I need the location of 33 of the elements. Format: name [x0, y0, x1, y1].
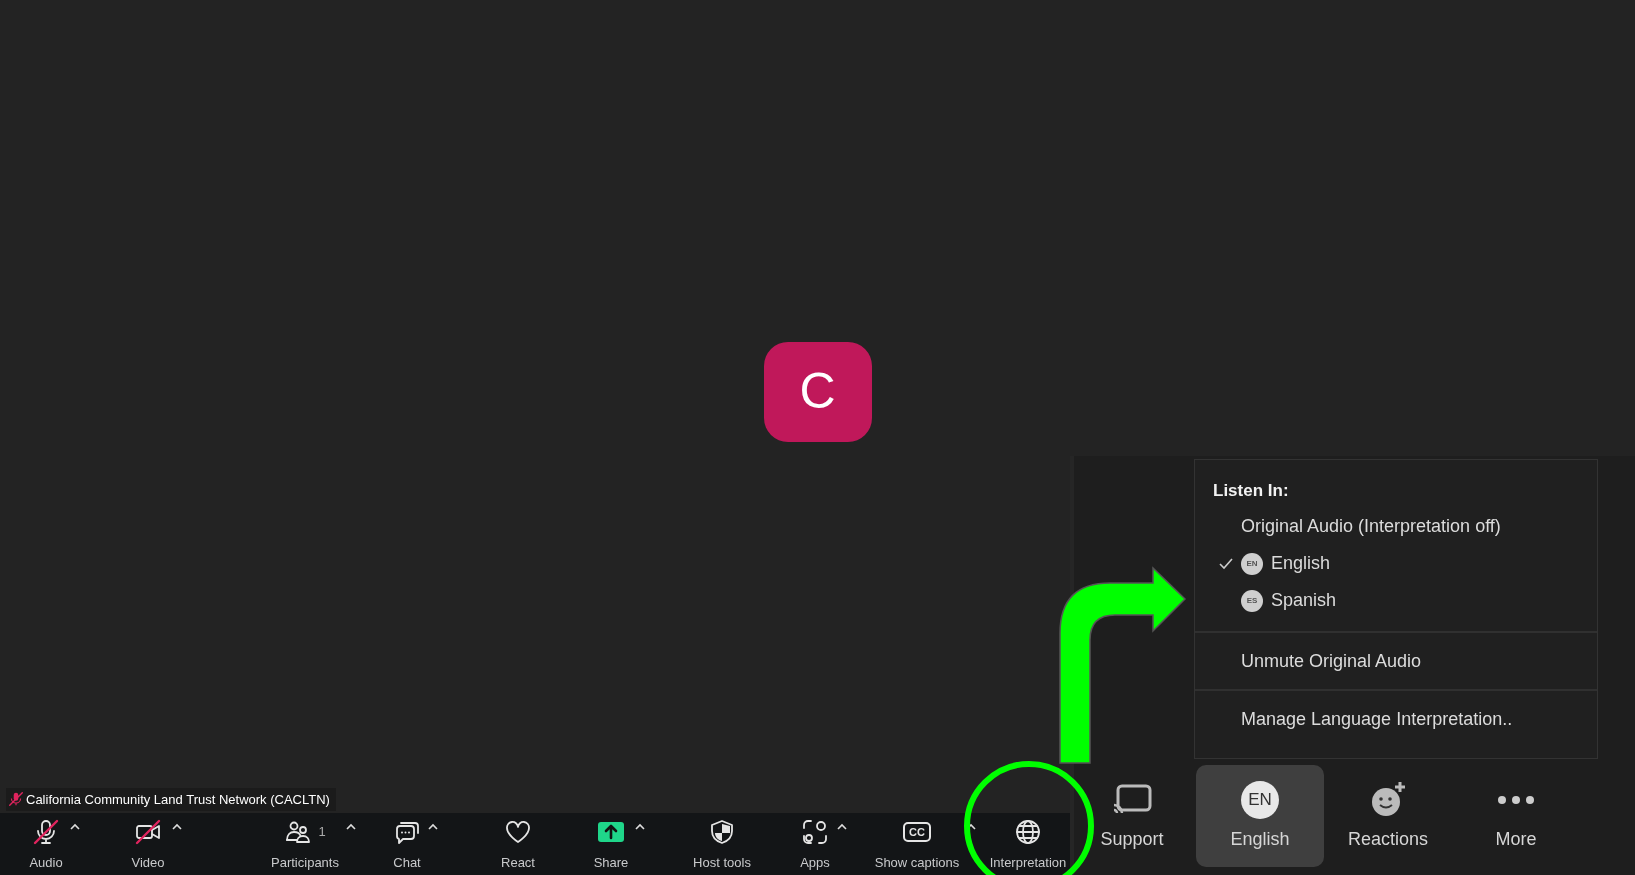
chat-button[interactable]: Chat [391, 819, 423, 873]
menu-action[interactable]: Unmute Original Audio [1195, 631, 1597, 689]
caret-icon [170, 823, 183, 831]
reactions-button[interactable]: Reactions [1324, 765, 1452, 867]
react-button[interactable]: React [499, 819, 537, 873]
smiley-plus-icon [1369, 780, 1407, 819]
host-tools-button[interactable]: Host tools [691, 819, 753, 873]
avatar-tile: C [763, 341, 872, 442]
caret-icon [427, 823, 439, 831]
caret-icon [344, 823, 357, 831]
language-badge: EN [1241, 552, 1263, 575]
language-badge: EN [1241, 780, 1279, 819]
participants-button[interactable]: 1 Participants [269, 819, 341, 873]
menu-heading: Listen In: [1213, 481, 1289, 500]
support-button[interactable]: Support [1068, 765, 1196, 867]
caret-icon [835, 823, 848, 831]
caret-icon [68, 823, 81, 831]
captions-button[interactable]: CC Show captions [872, 819, 962, 873]
menu-option[interactable]: Original Audio (Interpretation off) [1195, 508, 1597, 545]
captions-icon: CC [903, 822, 931, 842]
participant-name: California Community Land Trust Network (CACLTN) [26, 790, 330, 809]
menu-option[interactable]: ES Spanish [1195, 582, 1597, 619]
interpretation-button[interactable]: Interpretation [987, 819, 1069, 873]
audio-button[interactable]: Audio [27, 819, 65, 873]
menu-action[interactable]: Manage Language Interpretation.. [1195, 689, 1597, 747]
more-button[interactable]: More [1452, 765, 1580, 867]
apps-button[interactable]: Apps [798, 819, 832, 873]
share-button[interactable]: Share [591, 819, 631, 873]
menu-option[interactable]: EN English [1195, 545, 1597, 582]
video-button[interactable]: Video [129, 819, 167, 873]
language-button[interactable]: EN English [1196, 765, 1324, 867]
caret-icon [634, 823, 647, 831]
language-badge: ES [1241, 589, 1263, 612]
